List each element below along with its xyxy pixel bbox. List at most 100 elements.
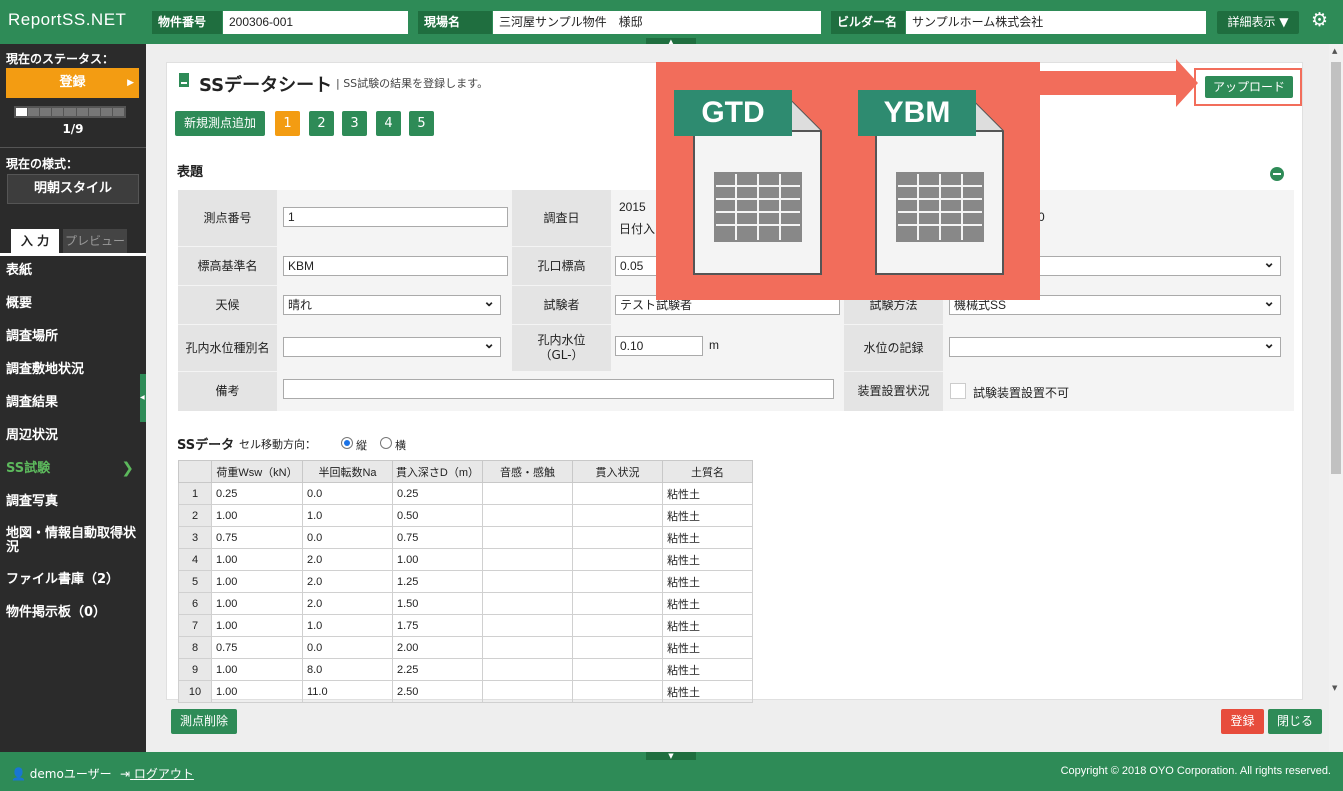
- elevation-ref-input[interactable]: KBM: [283, 256, 508, 276]
- table-cell[interactable]: [482, 680, 573, 703]
- collapse-footer-handle[interactable]: ▼: [646, 752, 696, 760]
- app-logo[interactable]: ReportSS.NET: [8, 10, 126, 30]
- table-cell[interactable]: 11.0: [302, 680, 393, 703]
- table-cell[interactable]: [572, 504, 663, 527]
- upload-button[interactable]: アップロード: [1205, 76, 1293, 98]
- table-cell[interactable]: 粘性土: [662, 504, 753, 527]
- logout-link[interactable]: ⇥ ログアウト: [120, 765, 194, 782]
- table-cell[interactable]: 2.0: [302, 570, 393, 593]
- table-cell[interactable]: 粘性土: [662, 592, 753, 615]
- page-button-4[interactable]: 4: [376, 111, 401, 136]
- table-cell[interactable]: 0.0: [302, 526, 393, 549]
- table-cell[interactable]: [482, 614, 573, 637]
- table-cell[interactable]: [572, 592, 663, 615]
- page-button-3[interactable]: 3: [342, 111, 367, 136]
- table-cell[interactable]: 粘性土: [662, 482, 753, 505]
- sidebar-item-cover[interactable]: 表紙: [6, 264, 140, 278]
- detail-view-button[interactable]: 詳細表示 ▼: [1217, 11, 1299, 34]
- register-button[interactable]: 登録: [1221, 709, 1264, 734]
- table-cell[interactable]: 2.0: [302, 592, 393, 615]
- table-cell[interactable]: [572, 548, 663, 571]
- weather-select[interactable]: 晴れ: [283, 295, 501, 315]
- tab-input[interactable]: 入 力: [11, 229, 59, 253]
- sidebar-item-site-condition[interactable]: 調査敷地状況: [6, 363, 140, 377]
- scroll-up-icon[interactable]: ▲: [1332, 47, 1337, 55]
- table-cell[interactable]: 1.25: [392, 570, 483, 593]
- table-cell[interactable]: 1.0: [302, 614, 393, 637]
- page-button-5[interactable]: 5: [409, 111, 434, 136]
- sidebar-item-overview[interactable]: 概要: [6, 297, 140, 311]
- table-cell[interactable]: 粘性土: [662, 636, 753, 659]
- table-cell[interactable]: 0.25: [392, 482, 483, 505]
- sidebar-item-file-library[interactable]: ファイル書庫（2）: [6, 573, 140, 587]
- close-button[interactable]: 閉じる: [1268, 709, 1322, 734]
- radio-horizontal[interactable]: [380, 437, 392, 449]
- table-cell[interactable]: 1.00: [392, 548, 483, 571]
- water-record-select[interactable]: [949, 337, 1281, 357]
- sidebar-item-survey-location[interactable]: 調査場所: [6, 330, 140, 344]
- table-cell[interactable]: 0.75: [392, 526, 483, 549]
- table-cell[interactable]: 0.75: [211, 526, 303, 549]
- table-cell[interactable]: 粘性土: [662, 658, 753, 681]
- style-button[interactable]: 明朝スタイル: [7, 174, 139, 204]
- table-cell[interactable]: 1.00: [211, 658, 303, 681]
- table-cell[interactable]: [482, 526, 573, 549]
- table-cell[interactable]: [482, 504, 573, 527]
- table-cell[interactable]: 1.00: [211, 592, 303, 615]
- survey-date-value[interactable]: 2015: [619, 200, 646, 214]
- table-cell[interactable]: 1.00: [211, 570, 303, 593]
- table-cell[interactable]: 1.00: [211, 548, 303, 571]
- sidebar-item-map-auto-info[interactable]: 地図・情報自動取得状況: [6, 527, 140, 555]
- table-cell[interactable]: 2.50: [392, 680, 483, 703]
- device-install-checkbox[interactable]: [950, 383, 966, 399]
- table-cell[interactable]: [572, 614, 663, 637]
- table-cell[interactable]: [572, 482, 663, 505]
- table-cell[interactable]: 1.50: [392, 592, 483, 615]
- table-cell[interactable]: 1.00: [211, 680, 303, 703]
- table-cell[interactable]: [482, 548, 573, 571]
- delete-point-button[interactable]: 測点削除: [171, 709, 237, 734]
- scroll-down-icon[interactable]: ▼: [1332, 684, 1337, 692]
- sidebar-item-survey-results[interactable]: 調査結果: [6, 396, 140, 410]
- table-cell[interactable]: 2.25: [392, 658, 483, 681]
- gear-icon[interactable]: ⚙: [1311, 9, 1328, 31]
- table-cell[interactable]: [482, 570, 573, 593]
- table-cell[interactable]: 0.75: [211, 636, 303, 659]
- sidebar-item-survey-photos[interactable]: 調査写真: [6, 495, 140, 509]
- add-point-button[interactable]: 新規測点追加: [175, 111, 265, 136]
- table-cell[interactable]: 粘性土: [662, 680, 753, 703]
- table-cell[interactable]: [572, 636, 663, 659]
- sidebar-item-ss-test[interactable]: SS試験 ❯: [6, 461, 140, 476]
- table-cell[interactable]: [482, 636, 573, 659]
- water-level-type-select[interactable]: [283, 337, 501, 357]
- water-level-input[interactable]: 0.10: [615, 336, 703, 356]
- table-cell[interactable]: [482, 482, 573, 505]
- table-cell[interactable]: 0.25: [211, 482, 303, 505]
- table-cell[interactable]: [482, 592, 573, 615]
- table-cell[interactable]: 1.75: [392, 614, 483, 637]
- table-cell[interactable]: 0.0: [302, 636, 393, 659]
- page-button-2[interactable]: 2: [309, 111, 334, 136]
- tab-preview[interactable]: プレビュー: [63, 229, 127, 253]
- status-button[interactable]: 登録 ▶: [6, 68, 139, 98]
- table-cell[interactable]: 1.00: [211, 504, 303, 527]
- table-cell[interactable]: 粘性土: [662, 526, 753, 549]
- sidebar-item-bulletin-board[interactable]: 物件掲示板（0）: [6, 606, 140, 620]
- table-cell[interactable]: 2.0: [302, 548, 393, 571]
- table-cell[interactable]: 粘性土: [662, 614, 753, 637]
- table-cell[interactable]: 1.00: [211, 614, 303, 637]
- table-cell[interactable]: 粘性土: [662, 548, 753, 571]
- table-cell[interactable]: 粘性土: [662, 570, 753, 593]
- radio-vertical[interactable]: [341, 437, 353, 449]
- user-info[interactable]: 👤 demoユーザー: [11, 765, 112, 782]
- table-cell[interactable]: 2.00: [392, 636, 483, 659]
- remarks-input[interactable]: [283, 379, 834, 399]
- table-cell[interactable]: [572, 526, 663, 549]
- table-cell[interactable]: 0.50: [392, 504, 483, 527]
- scroll-thumb[interactable]: [1331, 62, 1341, 474]
- table-cell[interactable]: [572, 658, 663, 681]
- page-button-1[interactable]: 1: [275, 111, 300, 136]
- collapse-section-icon[interactable]: [1270, 167, 1284, 181]
- sidebar-item-surroundings[interactable]: 周辺状況: [6, 429, 140, 443]
- scrollbar[interactable]: ▲ ▼: [1329, 44, 1343, 752]
